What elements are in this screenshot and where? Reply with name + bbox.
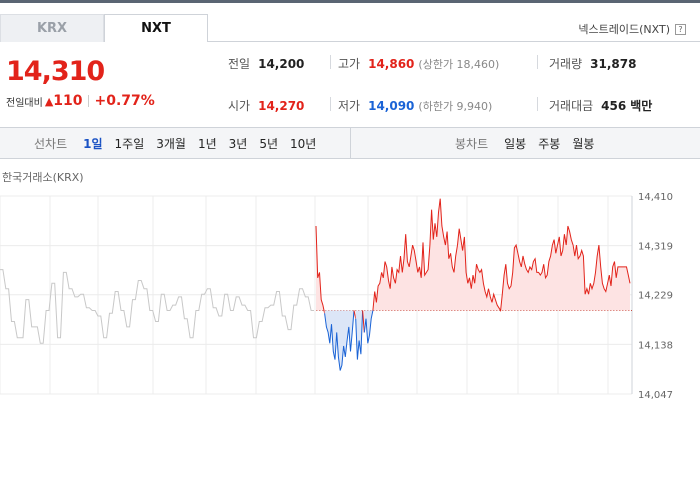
change-divider [87,95,89,107]
stat-high: 고가 14,860 (상한가 18,460) [338,55,499,72]
y-tick-label: 14,229 [638,291,673,302]
stat-prev-close: 전일 14,200 [228,55,304,72]
stat-low: 저가 14,090 (하한가 9,940) [338,97,492,114]
y-tick-label: 14,410 [638,192,673,203]
stat-label: 전일 [228,57,251,71]
stat-label: 저가 [338,99,361,113]
price-chart: 14,410 14,319 14,229 14,138 14,047 [0,192,673,400]
y-tick-label: 14,319 [638,242,673,253]
stat-value: 31,878 [590,57,637,71]
period-1d[interactable]: 1일 [83,135,102,152]
top-border [0,0,700,3]
stat-label: 거래량 [549,57,583,71]
candle-chart-label: 봉차트 [455,136,489,151]
stat-amount: 거래대금 456 백만 [549,97,652,114]
stat-divider [537,97,538,111]
y-tick-label: 14,138 [638,340,673,351]
price-change: 전일대비 ▲ 110 +0.77% [6,93,155,109]
tab-krx[interactable]: KRX [0,14,104,42]
stat-label: 거래대금 [549,99,594,113]
tab-divider [208,41,700,42]
period-1w[interactable]: 1주일 [115,135,145,152]
lower-limit: (하한가 9,940) [418,100,493,113]
chart-toolbar: 선차트 1일 1주일 3개월 1년 3년 5년 10년 봉차트 일봉 주봉 월봉 [0,127,700,159]
candle-daily[interactable]: 일봉 [504,135,526,152]
stat-open: 시가 14,270 [228,97,304,114]
current-price: 14,310 [6,56,105,87]
venue-info: 넥스트레이드(NXT) ? [578,21,686,37]
venue-tabs: KRX NXT [0,14,208,42]
stat-value: 456 [601,99,627,113]
line-chart-periods: 선차트 1일 1주일 3개월 1년 3년 5년 10년 [34,128,316,158]
stat-divider [330,97,331,111]
candle-chart-periods: 봉차트 일봉 주봉 월봉 [455,128,594,158]
upper-limit: (상한가 18,460) [418,58,500,71]
change-percent: +0.77% [94,93,155,109]
venue-label: 넥스트레이드(NXT) [578,23,670,36]
period-3y[interactable]: 3년 [229,135,248,152]
y-tick-label: 14,047 [638,390,673,400]
tab-nxt[interactable]: NXT [104,14,208,42]
ghost-series-line [0,269,314,344]
change-value: 110 [53,93,83,109]
stat-divider [537,55,538,69]
stat-value: 14,270 [258,99,305,113]
stat-volume: 거래량 31,878 [549,55,636,72]
stat-value: 14,860 [368,57,415,71]
period-10y[interactable]: 10년 [290,135,316,152]
stat-unit: 백만 [630,99,653,113]
toolbar-divider [350,128,351,158]
stat-value: 14,200 [258,57,305,71]
candle-monthly[interactable]: 월봉 [572,135,594,152]
up-arrow-icon: ▲ [44,94,54,108]
change-label: 전일대비 [6,97,43,109]
period-3m[interactable]: 3개월 [156,135,186,152]
line-chart-label: 선차트 [34,136,68,151]
stat-divider [330,55,331,69]
stat-label: 고가 [338,57,361,71]
stat-label: 시가 [228,99,251,113]
period-5y[interactable]: 5년 [259,135,278,152]
candle-weekly[interactable]: 주봉 [538,135,560,152]
help-icon[interactable]: ? [675,23,686,35]
period-1y[interactable]: 1년 [198,135,217,152]
stat-value: 14,090 [368,99,415,113]
